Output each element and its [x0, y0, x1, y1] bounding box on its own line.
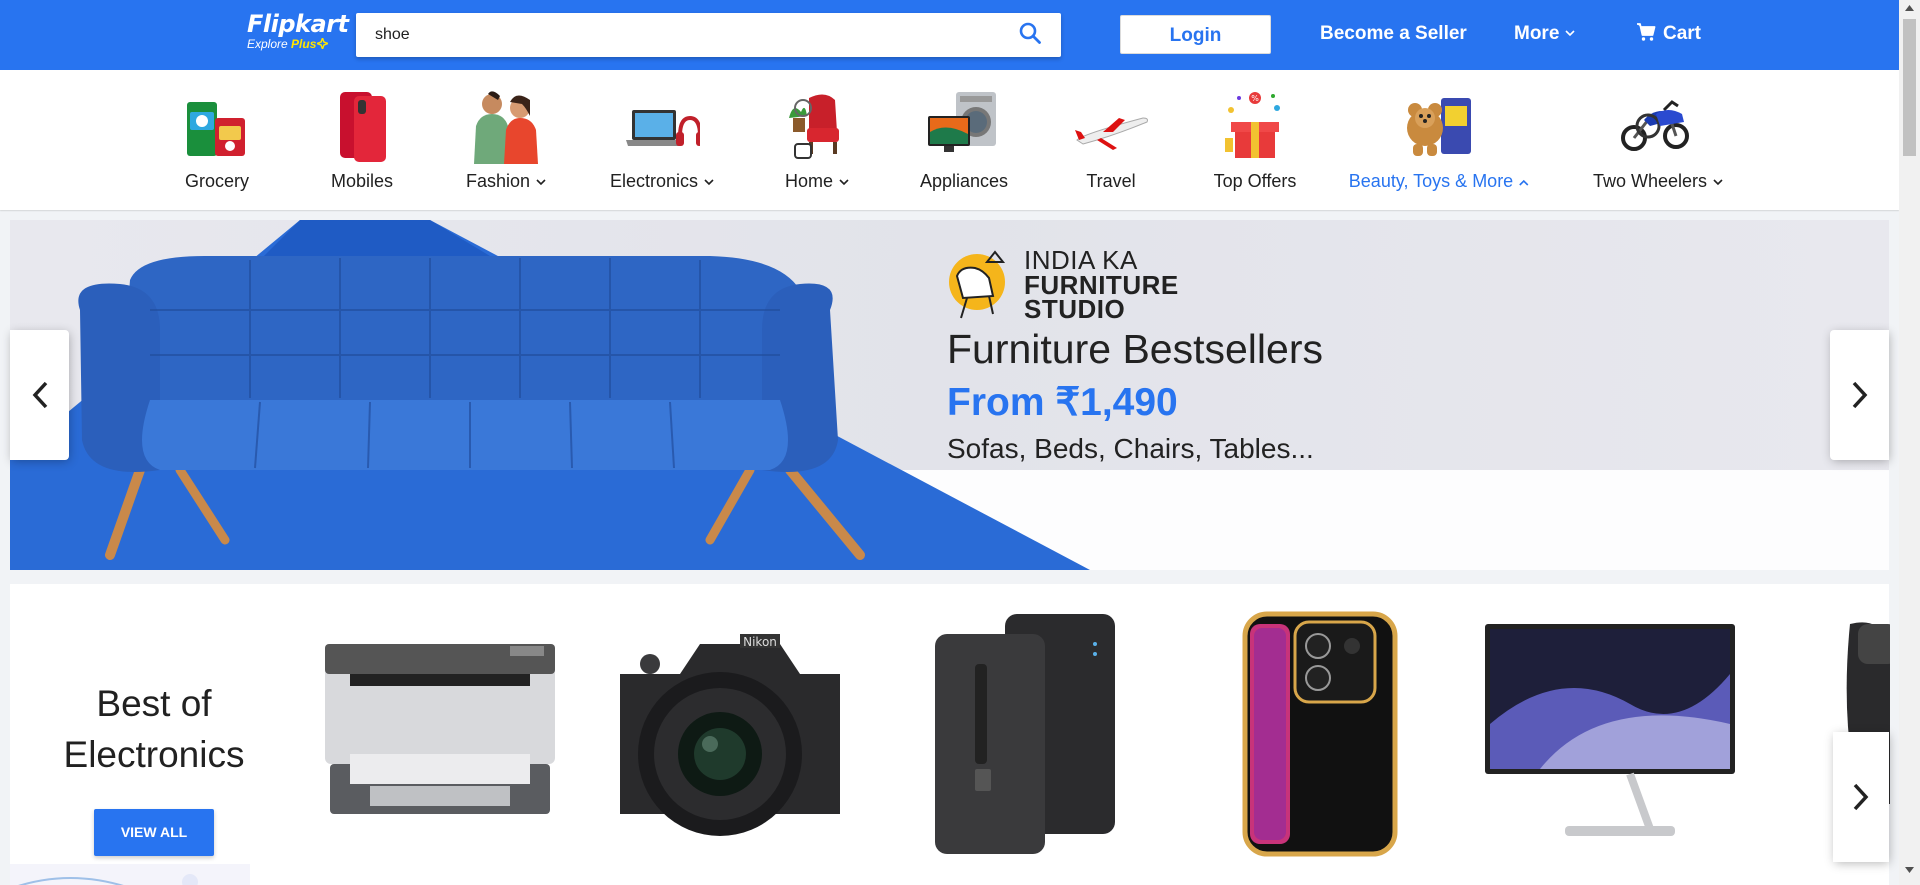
chevron-left-icon — [32, 381, 47, 409]
section-next-button[interactable] — [1833, 732, 1889, 862]
category-label: Electronics — [610, 171, 714, 192]
page-scrollbar[interactable] — [1899, 0, 1920, 885]
svg-text:Nikon: Nikon — [743, 635, 777, 649]
scroll-up-icon[interactable] — [1905, 5, 1914, 11]
logo-tagline: Explore Plus — [247, 35, 349, 52]
chevron-down-icon — [839, 179, 849, 185]
banner-prev-button[interactable] — [10, 330, 69, 460]
top-offers-icon: % — [1225, 92, 1280, 158]
category-two-wheelers[interactable]: Two Wheelers — [1593, 70, 1723, 210]
search-icon — [1019, 22, 1041, 44]
chevron-down-icon — [704, 179, 714, 185]
grocery-icon — [187, 102, 245, 156]
more-menu[interactable]: More — [1514, 22, 1575, 46]
header: Flipkart Explore Plus Login Become a Sel… — [0, 0, 1899, 70]
category-travel[interactable]: Travel — [1071, 70, 1151, 210]
chevron-up-icon — [1519, 179, 1529, 186]
category-appliances[interactable]: Appliances — [920, 70, 1008, 210]
beauty-toys-icon — [1407, 98, 1471, 156]
banner-subtitle: Sofas, Beds, Chairs, Tables... — [947, 433, 1314, 464]
login-button[interactable]: Login — [1120, 15, 1271, 54]
chevron-down-icon — [536, 179, 546, 185]
category-label: Beauty, Toys & More — [1349, 171, 1529, 192]
logo-text: Flipkart — [247, 10, 349, 38]
search-button[interactable] — [1019, 22, 1045, 48]
more-label: More — [1514, 23, 1560, 44]
chevron-down-icon — [1713, 179, 1723, 185]
section-title: Best of Electronics — [63, 683, 245, 775]
category-label: Grocery — [184, 171, 250, 191]
scroll-down-icon[interactable] — [1905, 867, 1914, 873]
power-bank-image[interactable] — [895, 604, 1155, 864]
category-label: Home — [785, 171, 849, 192]
home-icon — [789, 94, 839, 159]
category-beauty-toys-more[interactable]: Beauty, Toys & More — [1349, 70, 1529, 210]
category-label: Top Offers — [1213, 171, 1297, 191]
cart-icon — [1637, 23, 1656, 41]
category-label: Two Wheelers — [1593, 171, 1723, 192]
category-label: Appliances — [919, 171, 1009, 191]
category-bar: Grocery Mobiles Fashion Electronics Home — [0, 70, 1899, 210]
svg-text:%: % — [1251, 94, 1259, 103]
banner-price: From ₹1,490 — [947, 381, 1178, 424]
search-bar — [356, 13, 1061, 57]
category-mobiles[interactable]: Mobiles — [322, 70, 402, 210]
chevron-down-icon — [1565, 30, 1575, 37]
flipkart-logo[interactable]: Flipkart Explore Plus — [247, 10, 349, 52]
phone-image[interactable] — [1190, 604, 1450, 864]
plus-icon — [315, 35, 331, 52]
become-seller-link[interactable]: Become a Seller — [1320, 22, 1467, 46]
travel-icon — [1075, 117, 1148, 150]
hero-banner[interactable]: INDIA KA FURNITURE STUDIO Furniture Best… — [10, 220, 1889, 570]
studio-title: INDIA KA FURNITURE STUDIO — [1024, 245, 1179, 324]
chevron-right-icon — [1853, 783, 1869, 811]
best-of-electronics-section: Best of Electronics VIEW ALL Nikon — [10, 584, 1890, 885]
cart-link[interactable]: Cart — [1636, 22, 1701, 46]
category-grocery[interactable]: Grocery — [177, 70, 257, 210]
view-all-button[interactable]: VIEW ALL — [94, 809, 214, 856]
category-fashion[interactable]: Fashion — [466, 70, 546, 210]
camera-image[interactable]: Nikon — [600, 604, 860, 864]
search-input[interactable] — [356, 13, 976, 57]
banner-next-button[interactable] — [1830, 330, 1889, 460]
appliances-icon — [928, 92, 996, 152]
category-electronics[interactable]: Electronics — [610, 70, 714, 210]
mobiles-icon — [340, 92, 386, 162]
scrollbar-thumb[interactable] — [1903, 19, 1916, 156]
decorative-graphic — [10, 864, 250, 885]
cart-label: Cart — [1663, 23, 1702, 44]
category-label: Travel — [1086, 171, 1136, 191]
electronics-icon — [626, 110, 700, 146]
printer-image[interactable] — [310, 604, 570, 864]
category-home[interactable]: Home — [777, 70, 857, 210]
furniture-studio-logo — [949, 250, 1006, 319]
chevron-right-icon — [1852, 381, 1867, 409]
category-label: Fashion — [466, 171, 546, 192]
two-wheelers-icon — [1621, 100, 1689, 151]
fashion-icon — [474, 91, 538, 164]
category-label: Mobiles — [330, 171, 394, 191]
category-top-offers[interactable]: % Top Offers — [1213, 70, 1297, 210]
banner-title: Furniture Bestsellers — [947, 326, 1323, 372]
monitor-image[interactable] — [1480, 604, 1740, 864]
